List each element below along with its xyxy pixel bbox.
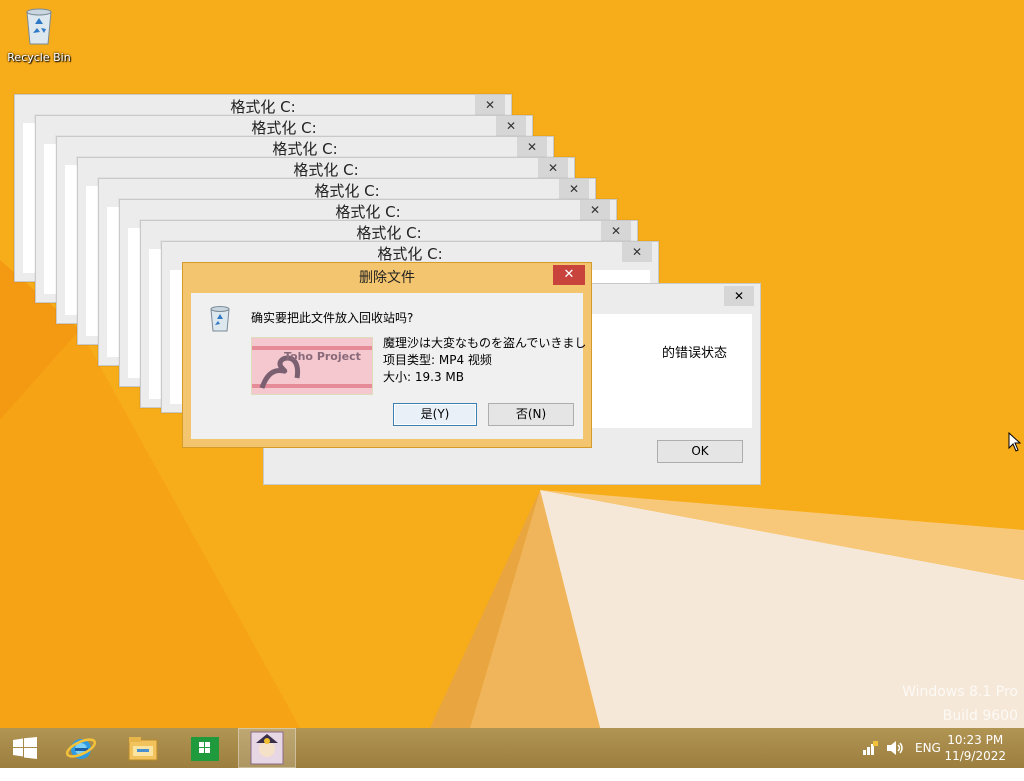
close-icon: ✕ [505, 119, 517, 133]
yes-button[interactable]: 是(Y) [393, 403, 477, 426]
close-button[interactable]: ✕ [601, 221, 631, 241]
windows-logo-icon [13, 737, 37, 759]
internet-explorer-taskbar-button[interactable] [52, 728, 110, 768]
language-indicator[interactable]: ENG [915, 741, 941, 781]
speaker-icon [887, 741, 903, 755]
close-icon: ✕ [568, 182, 580, 196]
video-thumbnail: Toho Project [251, 337, 373, 395]
clock-time: 10:23 PM [947, 733, 1004, 747]
close-button[interactable]: ✕ [559, 179, 589, 199]
internet-explorer-icon [65, 738, 97, 759]
windows-version-watermark: Windows 8.1 Pro [902, 684, 1018, 700]
folder-icon [128, 737, 158, 761]
store-icon [191, 737, 219, 761]
confirm-question: 确实要把此文件放入回收站吗? [251, 311, 414, 325]
close-icon: ✕ [547, 161, 559, 175]
close-button[interactable]: ✕ [538, 158, 568, 178]
mouse-cursor-icon [1008, 432, 1022, 452]
volume-button[interactable] [886, 740, 904, 780]
start-button[interactable] [0, 728, 50, 768]
recycle-bin-label: Recycle Bin [7, 51, 71, 64]
dialog-body: 确实要把此文件放入回收站吗? Toho Project 魔理沙は大変なものを盗ん… [191, 293, 586, 439]
build-watermark: Build 9600 [942, 708, 1018, 724]
dialog-title: 删除文件 [359, 270, 415, 286]
no-button[interactable]: 否(N) [488, 403, 574, 426]
close-button[interactable]: ✕ [517, 137, 547, 157]
taskbar: ENG 10:23 PM 11/9/2022 [0, 728, 1024, 768]
close-icon: ✕ [631, 245, 643, 259]
close-button[interactable]: ✕ [622, 242, 652, 262]
close-icon: ✕ [589, 203, 601, 217]
close-icon: ✕ [563, 267, 575, 282]
file-explorer-taskbar-button[interactable] [114, 728, 172, 768]
close-icon: ✕ [610, 224, 622, 238]
desktop: Recycle Bin 格式化 C: ✕ 格式化 C: ✕ 格式化 C: ✕ 格… [0, 0, 1024, 728]
file-size: 大小: 19.3 MB [383, 370, 464, 384]
file-info: 魔理沙は大変なものを盗んでいきまし 项目类型: MP4 视频 大小: 19.3 … [383, 335, 586, 386]
close-button[interactable]: ✕ [475, 95, 505, 115]
video-app-icon [250, 731, 284, 765]
close-button[interactable]: ✕ [496, 116, 526, 136]
network-status-icon [863, 741, 878, 755]
file-name: 魔理沙は大変なものを盗んでいきまし [383, 336, 587, 350]
clock[interactable]: 10:23 PM 11/9/2022 [944, 732, 1006, 764]
file-type: 项目类型: MP4 视频 [383, 353, 492, 367]
ok-button[interactable]: OK [657, 440, 743, 463]
store-taskbar-button[interactable] [176, 728, 234, 768]
thumbnail-text: Toho Project [284, 350, 361, 363]
close-button[interactable]: ✕ [724, 286, 754, 306]
media-player-taskbar-button[interactable] [238, 728, 296, 768]
delete-file-dialog[interactable]: 删除文件 ✕ 确实要把此文件放入回收站吗? Toho Project 魔理沙は大… [182, 262, 592, 448]
close-button[interactable]: ✕ [553, 265, 585, 285]
recycle-bin-icon [26, 8, 52, 45]
thumbnail-art [252, 338, 372, 394]
clock-date: 11/9/2022 [944, 749, 1006, 763]
recycle-bin-icon [210, 306, 230, 332]
network-icon[interactable] [862, 740, 878, 780]
close-icon: ✕ [733, 289, 745, 303]
close-button[interactable]: ✕ [580, 200, 610, 220]
close-icon: ✕ [526, 140, 538, 154]
close-icon: ✕ [484, 98, 496, 112]
error-message: 的错误状态 [662, 346, 728, 361]
recycle-bin-shortcut[interactable]: Recycle Bin [6, 6, 72, 64]
